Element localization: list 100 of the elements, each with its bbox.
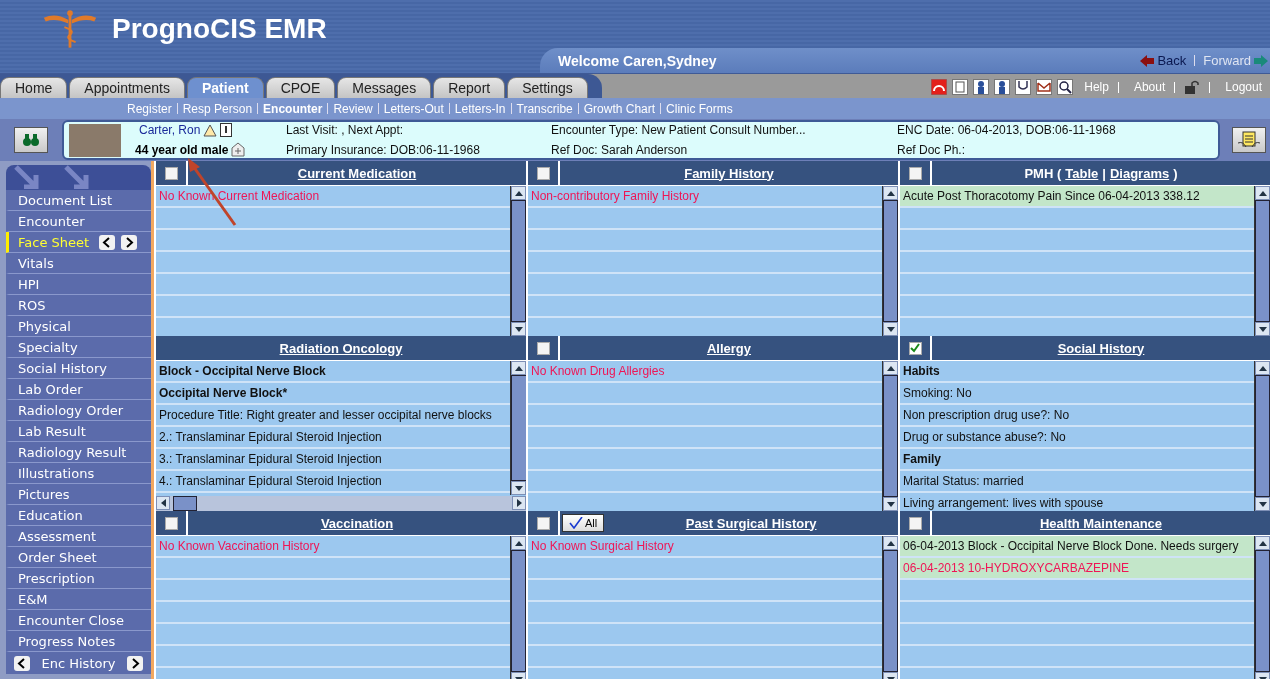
sidebar-item[interactable]: Specialty [6,337,151,358]
handout-button[interactable] [1232,127,1266,153]
down-arrow-icon[interactable] [1258,326,1267,332]
up-arrow-icon[interactable] [1258,190,1267,196]
down-arrow-icon[interactable] [514,326,523,332]
next-icon[interactable] [121,234,138,250]
sidebar-item[interactable]: Prescription [6,568,151,589]
subnav-link[interactable]: Growth Chart [583,101,656,116]
subnav-link[interactable]: Encounter [263,101,323,116]
horizontal-scrollbar[interactable] [156,496,526,511]
checkbox[interactable] [908,166,922,180]
sidebar-item[interactable]: Pictures [6,484,151,505]
sidebar-item[interactable]: Encounter [6,211,151,232]
back-link[interactable]: Back [1157,53,1187,68]
sidebar-item[interactable]: Assessment [6,526,151,547]
about-link[interactable]: About [1133,80,1166,94]
panel-title-link[interactable]: Vaccination [320,515,394,531]
up-arrow-icon[interactable] [886,190,895,196]
subnav-link[interactable]: Letters-In [454,101,506,116]
warning-icon[interactable] [203,123,218,137]
checkbox[interactable] [536,341,550,355]
down-arrow-icon[interactable] [514,485,523,491]
subnav-link[interactable]: Transcribe [516,101,573,116]
panel-title-link[interactable]: Table [1065,165,1099,181]
subnav-link[interactable]: Resp Person [182,101,253,116]
nav-tab[interactable]: Settings [507,77,588,98]
mail-icon[interactable] [1036,79,1053,95]
sidebar-item[interactable]: Progress Notes [6,631,151,652]
magnifier-icon[interactable] [1057,79,1074,95]
panel-title-link[interactable]: Allergy [706,340,752,356]
patient-name-link[interactable]: Carter, Ron [139,123,201,137]
subnav-link[interactable]: Register [127,101,172,116]
vertical-scrollbar[interactable] [1254,361,1270,511]
vertical-scrollbar[interactable] [882,361,898,511]
vertical-scrollbar[interactable] [1254,186,1270,336]
back-arrow-icon[interactable] [1140,54,1155,67]
right-arrow-icon[interactable] [516,499,522,507]
sidebar-item[interactable]: Document List [6,190,151,211]
vertical-scrollbar[interactable] [882,536,898,679]
panel-title-link[interactable]: Past Surgical History [685,515,817,531]
up-arrow-icon[interactable] [886,365,895,371]
sidebar-item[interactable]: Vitals [6,253,151,274]
sidebar-item[interactable]: Lab Order [6,379,151,400]
sidebar-item[interactable]: Radiology Result [6,442,151,463]
binoculars-button[interactable] [14,127,48,153]
up-arrow-icon[interactable] [514,365,523,371]
sidebar-item[interactable]: Encounter Close [6,610,151,631]
checkbox[interactable] [164,166,178,180]
vertical-scrollbar[interactable] [510,361,526,495]
up-arrow-icon[interactable] [886,540,895,546]
person-icon[interactable] [973,79,990,95]
down-arrow-icon[interactable] [886,326,895,332]
up-arrow-icon[interactable] [1258,365,1267,371]
sidebar-item[interactable]: Illustrations [6,463,151,484]
building-icon[interactable] [231,142,246,157]
sidebar-item[interactable]: E&M [6,589,151,610]
logout-link[interactable]: Logout [1225,80,1262,94]
sidebar-item[interactable]: Social History [6,358,151,379]
help-link[interactable]: Help [1084,80,1109,94]
scroll-thumb[interactable] [173,496,197,511]
nav-tab[interactable]: Report [433,77,506,98]
vertical-scrollbar[interactable] [510,186,526,336]
nav-tab[interactable]: Patient [186,77,264,98]
select-all-button[interactable]: All [562,514,605,532]
id-card-icon[interactable] [220,123,233,137]
sidebar-item[interactable]: Physical [6,316,151,337]
sidebar-item[interactable]: Lab Result [6,421,151,442]
vertical-scrollbar[interactable] [1254,536,1270,679]
panel-title-link[interactable]: Diagrams [1109,165,1170,181]
gauge-icon[interactable] [931,79,948,95]
nav-tab[interactable]: CPOE [265,77,336,98]
subnav-link[interactable]: Letters-Out [383,101,444,116]
lock-icon[interactable] [1184,80,1201,94]
vertical-scrollbar[interactable] [882,186,898,336]
vertical-scrollbar[interactable] [510,536,526,679]
sidebar-item[interactable]: HPI [6,274,151,295]
checkbox[interactable] [908,341,922,355]
sidebar-item[interactable]: Order Sheet [6,547,151,568]
document-icon[interactable] [952,79,969,95]
person-icon[interactable] [994,79,1011,95]
nav-tab[interactable]: Messages [337,77,432,98]
sidebar-item[interactable]: Education [6,505,151,526]
panel-title-link[interactable]: Social History [1057,340,1145,356]
up-arrow-icon[interactable] [514,190,523,196]
up-arrow-icon[interactable] [1258,540,1267,546]
up-arrow-icon[interactable] [514,540,523,546]
checkbox[interactable] [536,516,550,530]
left-arrow-icon[interactable] [160,499,166,507]
previous-icon[interactable] [14,655,30,671]
sidebar-item[interactable]: Radiology Order [6,400,151,421]
down-arrow-icon[interactable] [886,501,895,507]
sidebar-item[interactable]: Face Sheet [6,232,151,253]
next-icon[interactable] [127,655,143,671]
subnav-link[interactable]: Review [333,101,373,116]
down-arrow-icon[interactable] [1258,501,1267,507]
nav-tab[interactable]: Home [0,77,68,98]
checkbox[interactable] [164,516,178,530]
sidebar-item[interactable]: ROS [6,295,151,316]
checkbox[interactable] [908,516,922,530]
previous-icon[interactable] [99,234,116,250]
